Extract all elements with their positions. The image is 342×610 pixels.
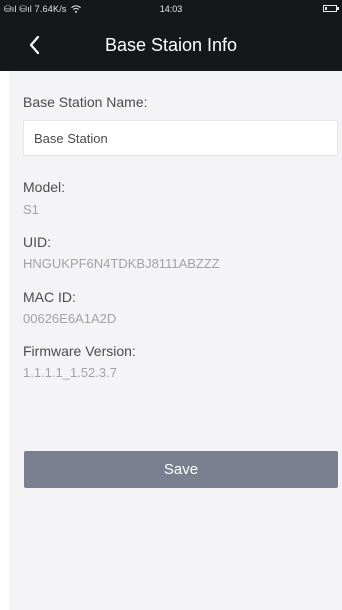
status-time: 14:03 xyxy=(159,4,183,14)
page-title: Base Staion Info xyxy=(104,35,238,55)
header-bar: Base Staion Info xyxy=(0,18,342,71)
mac-id-label: MAC ID: xyxy=(23,289,76,305)
model-label: Model: xyxy=(23,179,66,195)
model-value: S1 xyxy=(23,202,39,217)
battery-icon xyxy=(323,5,339,12)
form-panel: Base Station Name: Model: S1 UID: HNGUKP… xyxy=(9,71,342,610)
mac-id-value: 00626E6A1A2D xyxy=(23,311,117,326)
battery-level xyxy=(325,7,327,10)
firmware-value: 1.1.1.1_1.52.3.7 xyxy=(23,365,117,380)
base-station-name-input[interactable] xyxy=(23,120,338,156)
save-button[interactable]: Save xyxy=(24,451,338,488)
firmware-label: Firmware Version: xyxy=(23,343,136,359)
uid-value: HNGUKPF6N4TDKBJ8111ABZZZ xyxy=(23,256,220,271)
name-label: Base Station Name: xyxy=(23,94,148,110)
uid-label: UID: xyxy=(23,234,51,250)
status-bar: ⛁ıl ⛁ıl 7.64K/s 14:03 xyxy=(0,0,342,18)
battery-tip xyxy=(337,7,339,10)
